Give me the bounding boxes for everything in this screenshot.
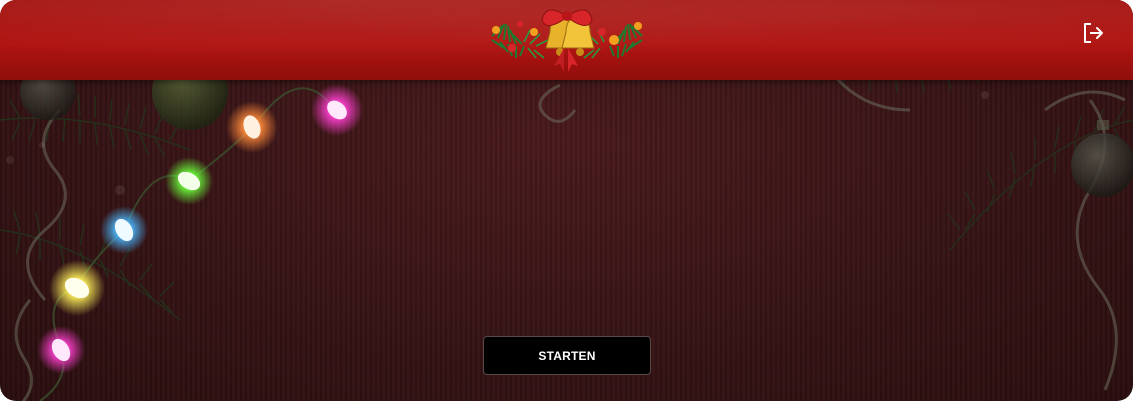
logout-button[interactable] [1078,18,1108,48]
pine-branch-left [0,92,191,321]
ornament-ball [1071,133,1133,197]
start-button-label: STARTEN [538,348,596,363]
light-bulbs [37,84,363,374]
app-frame: STARTEN [0,0,1133,401]
header-bar [0,0,1133,80]
christmas-bells-icon [491,9,643,72]
light-string-wire [39,87,336,401]
logout-icon [1084,23,1103,43]
pine-branch-right [799,59,1133,251]
start-button[interactable]: STARTEN [483,336,651,375]
